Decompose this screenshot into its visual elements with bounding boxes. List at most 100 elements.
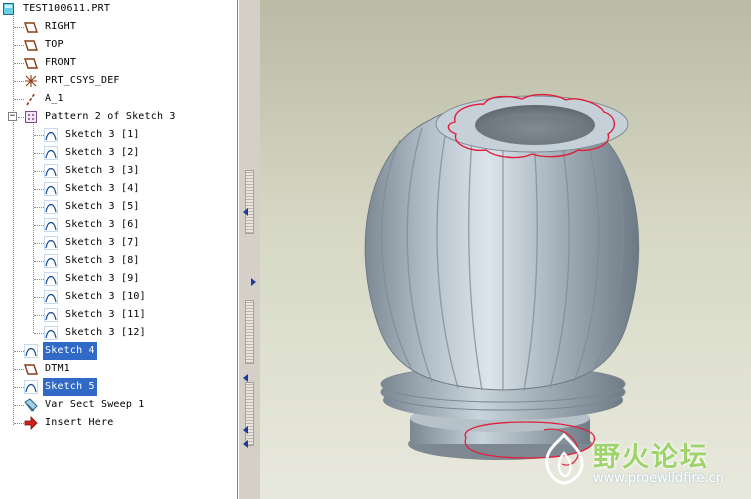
tree-connector bbox=[34, 189, 44, 190]
tree-item-sketch3-2[interactable]: Sketch 3 [2] bbox=[44, 144, 142, 162]
sketch-icon bbox=[44, 290, 58, 304]
tree-connector bbox=[14, 405, 24, 406]
datum-plane-icon bbox=[24, 56, 38, 70]
tree-item-label: Sketch 3 [3] bbox=[65, 165, 140, 176]
tree-connector bbox=[14, 27, 24, 28]
tree-connector bbox=[34, 153, 44, 154]
collapse-toggle[interactable]: − bbox=[8, 112, 17, 121]
splitter-grip[interactable] bbox=[245, 382, 254, 446]
forum-watermark: 野火论坛 www.proewildfire.cn bbox=[537, 431, 747, 495]
expand-right-icon[interactable] bbox=[251, 278, 256, 286]
tree-item-sketch4[interactable]: Sketch 4 bbox=[24, 342, 97, 360]
tree-connector bbox=[34, 135, 44, 136]
tree-item-sketch3-3[interactable]: Sketch 3 [3] bbox=[44, 162, 142, 180]
collapse-left-icon[interactable] bbox=[243, 374, 248, 382]
tree-item-label: Sketch 3 [4] bbox=[65, 183, 140, 194]
tree-connector bbox=[14, 351, 24, 352]
sketch-icon bbox=[24, 380, 38, 394]
tree-item-top[interactable]: TOP bbox=[24, 36, 66, 54]
tree-item-sketch3-6[interactable]: Sketch 3 [6] bbox=[44, 216, 142, 234]
tree-item-sketch3-8[interactable]: Sketch 3 [8] bbox=[44, 252, 142, 270]
sketch-icon bbox=[44, 182, 58, 196]
tree-item-sketch3-1[interactable]: Sketch 3 [1] bbox=[44, 126, 142, 144]
datum-plane-icon bbox=[24, 362, 38, 376]
tree-connector bbox=[14, 81, 24, 82]
tree-connector bbox=[34, 279, 44, 280]
tree-item-label: RIGHT bbox=[45, 21, 77, 32]
datum-axis-icon bbox=[24, 92, 38, 106]
tree-item-label: Sketch 3 [12] bbox=[65, 327, 146, 338]
tree-item-sketch3-9[interactable]: Sketch 3 [9] bbox=[44, 270, 142, 288]
tree-item-sketch3-10[interactable]: Sketch 3 [10] bbox=[44, 288, 148, 306]
tree-connector bbox=[34, 225, 44, 226]
tree-connector bbox=[13, 16, 14, 425]
graphics-window[interactable]: 野火论坛 www.proewildfire.cn bbox=[260, 0, 751, 499]
tree-item-label: Sketch 3 [8] bbox=[65, 255, 140, 266]
tree-item-label: Sketch 3 [2] bbox=[65, 147, 140, 158]
tree-item-label: Pattern 2 of Sketch 3 bbox=[45, 111, 176, 122]
sketch-icon bbox=[44, 200, 58, 214]
insert-arrow-icon bbox=[24, 416, 38, 430]
tree-connector bbox=[14, 45, 24, 46]
tree-item-axis[interactable]: A_1 bbox=[24, 90, 66, 108]
tree-item-sketch3-7[interactable]: Sketch 3 [7] bbox=[44, 234, 142, 252]
tree-connector bbox=[34, 171, 44, 172]
tree-item-label: Var Sect Sweep 1 bbox=[45, 399, 145, 410]
tree-item-front[interactable]: FRONT bbox=[24, 54, 78, 72]
sketch-icon bbox=[44, 236, 58, 250]
tree-item-label: Sketch 3 [11] bbox=[65, 309, 146, 320]
tree-item-label: Sketch 3 [10] bbox=[65, 291, 146, 302]
splitter-grip[interactable] bbox=[245, 170, 254, 234]
datum-plane-icon bbox=[24, 38, 38, 52]
tree-root[interactable]: TEST100611.PRT bbox=[2, 0, 112, 18]
tree-item-label: Sketch 5 bbox=[43, 378, 97, 396]
tree-item-dtm1[interactable]: DTM1 bbox=[24, 360, 72, 378]
sketch-icon bbox=[44, 218, 58, 232]
sketch-icon bbox=[44, 308, 58, 322]
tree-connector bbox=[34, 207, 44, 208]
watermark-title: 野火论坛 bbox=[593, 442, 709, 473]
tree-item-sweep[interactable]: Var Sect Sweep 1 bbox=[24, 396, 147, 414]
pattern-icon bbox=[24, 110, 38, 124]
sketch-icon bbox=[44, 146, 58, 160]
sketch-icon bbox=[24, 344, 38, 358]
tree-item-sketch3-12[interactable]: Sketch 3 [12] bbox=[44, 324, 148, 342]
model-view[interactable] bbox=[260, 0, 751, 499]
sketch-icon bbox=[44, 164, 58, 178]
opening-shadow bbox=[483, 116, 587, 144]
sweep-icon bbox=[24, 398, 38, 412]
splitter-grip[interactable] bbox=[245, 300, 254, 364]
tree-item-pattern[interactable]: Pattern 2 of Sketch 3 bbox=[24, 108, 178, 126]
tree-item-label: PRT_CSYS_DEF bbox=[45, 75, 120, 86]
collapse-left-icon[interactable] bbox=[243, 208, 248, 216]
coordinate-system-icon bbox=[24, 74, 38, 88]
sketch-icon bbox=[44, 128, 58, 142]
sketch-icon bbox=[44, 272, 58, 286]
tree-item-label: Sketch 4 bbox=[43, 342, 97, 360]
collapse-left-icon[interactable] bbox=[243, 440, 248, 448]
collapse-left-icon[interactable] bbox=[243, 426, 248, 434]
tree-item-insert-here[interactable]: Insert Here bbox=[24, 414, 115, 432]
tree-connector bbox=[14, 99, 24, 100]
tree-root-label: TEST100611.PRT bbox=[23, 3, 111, 14]
flame-logo-icon bbox=[545, 432, 584, 485]
tree-item-csys[interactable]: PRT_CSYS_DEF bbox=[24, 72, 122, 90]
tree-item-right[interactable]: RIGHT bbox=[24, 18, 78, 36]
tree-connector bbox=[14, 387, 24, 388]
model-tree-panel: TEST100611.PRT RIGHT TOP FRONT PRT_CSYS_… bbox=[0, 0, 238, 499]
tree-item-sketch3-5[interactable]: Sketch 3 [5] bbox=[44, 198, 142, 216]
tree-connector bbox=[34, 315, 44, 316]
tree-item-label: TOP bbox=[45, 39, 64, 50]
tree-item-sketch3-4[interactable]: Sketch 3 [4] bbox=[44, 180, 142, 198]
tree-connector bbox=[14, 369, 24, 370]
tree-item-sketch3-11[interactable]: Sketch 3 [11] bbox=[44, 306, 148, 324]
tree-connector bbox=[34, 261, 44, 262]
panel-splitter[interactable] bbox=[238, 0, 260, 499]
tree-connector bbox=[34, 333, 44, 334]
tree-item-label: Sketch 3 [5] bbox=[65, 201, 140, 212]
tree-item-label: DTM1 bbox=[45, 363, 70, 374]
tree-item-sketch5[interactable]: Sketch 5 bbox=[24, 378, 97, 396]
tree-connector bbox=[14, 63, 24, 64]
tree-connector bbox=[34, 297, 44, 298]
tree-item-label: Sketch 3 [1] bbox=[65, 129, 140, 140]
